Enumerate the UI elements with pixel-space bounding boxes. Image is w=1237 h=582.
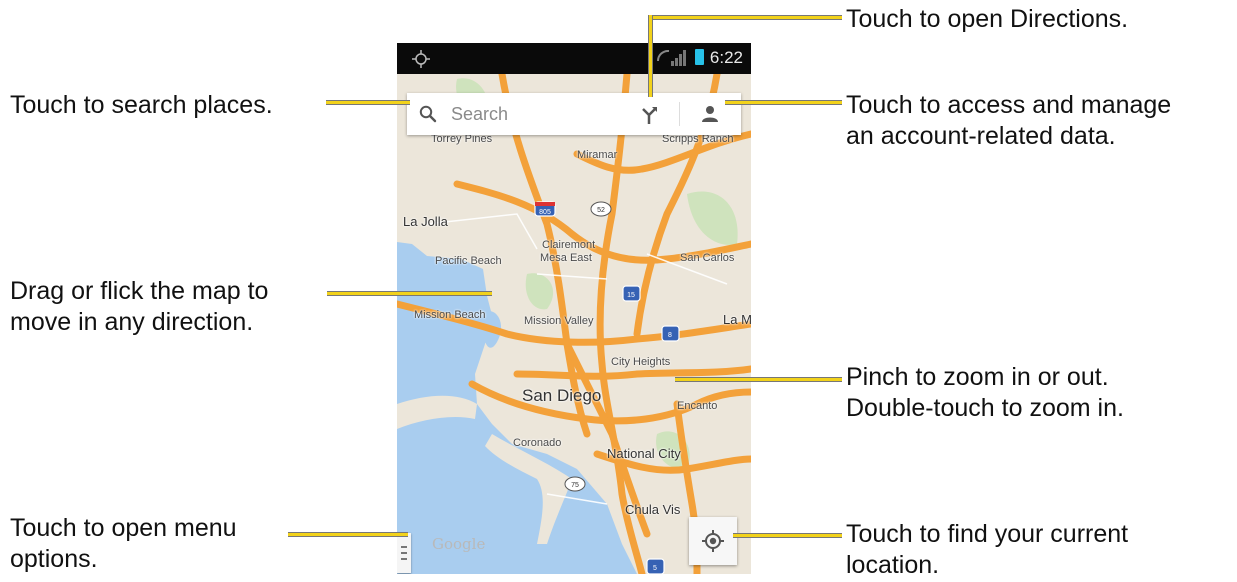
leader-line-directions-h (648, 15, 842, 20)
phone-screen: 805 52 15 8 75 5 Torrey Pines Scripps Ra… (397, 43, 751, 574)
map-label-miramar: Miramar (577, 149, 618, 161)
google-logo: Google (432, 535, 486, 553)
map-label-mission-valley: Mission Valley (524, 315, 594, 327)
highway-shield-15: 15 (622, 285, 641, 302)
directions-icon[interactable] (640, 105, 658, 125)
annotation-search: Touch to search places. (10, 91, 273, 119)
annotation-account-line2: an account-related data. (846, 122, 1116, 150)
annotation-drag-line2: move in any direction. (10, 308, 254, 336)
crosshair-icon (702, 530, 724, 552)
shield-8-label: 8 (668, 332, 672, 339)
map-label-la-jolla: La Jolla (403, 214, 448, 229)
map-label-mission-beach: Mission Beach (414, 309, 486, 321)
map-label-clairemont: Clairemont (542, 239, 596, 251)
map-label-chula-vista: Chula Vis (625, 502, 681, 517)
annotation-menu-line2: options. (10, 545, 98, 573)
annotation-location-line2: location. (846, 551, 940, 579)
map-label-encanto: Encanto (677, 400, 718, 412)
gps-icon (412, 50, 430, 68)
my-location-button[interactable] (689, 517, 737, 565)
annotation-directions: Touch to open Directions. (846, 5, 1129, 33)
highway-shield-52: 52 (590, 201, 612, 217)
annotation-zoom: Pinch to zoom in or out. Double-touch to… (846, 362, 1124, 424)
leader-line-account (725, 100, 842, 105)
map-label-city-heights: City Heights (611, 356, 671, 368)
map-label-la-mesa: La M (723, 312, 751, 327)
menu-icon-bar (401, 552, 407, 554)
map-label-pacific-beach: Pacific Beach (435, 255, 502, 267)
annotation-zoom-line2: Double-touch to zoom in. (846, 394, 1124, 422)
leader-line-location (733, 533, 842, 538)
highway-shield-805: 805 (534, 201, 556, 217)
leader-line-drag (327, 291, 492, 296)
status-time: 6:22 (709, 48, 743, 67)
map-label-san-diego: San Diego (522, 386, 602, 405)
shield-5-label: 5 (653, 565, 657, 572)
leader-line-directions-v (648, 15, 653, 97)
highway-shield-75: 75 (564, 476, 586, 492)
annotation-zoom-line1: Pinch to zoom in or out. (846, 363, 1109, 391)
annotation-drag: Drag or flick the map to move in any dir… (10, 276, 268, 338)
leader-line-menu (288, 532, 408, 537)
menu-icon-bar (401, 546, 407, 548)
point-loma-land (397, 395, 477, 429)
annotation-drag-line1: Drag or flick the map to (10, 277, 269, 305)
leader-line-zoom (675, 377, 842, 382)
map-label-san-carlos: San Carlos (680, 252, 735, 264)
annotation-menu: Touch to open menu options. (10, 513, 237, 575)
account-icon[interactable] (700, 104, 720, 124)
shield-75-label: 75 (571, 482, 579, 489)
search-input[interactable]: Search (451, 104, 508, 125)
search-bar[interactable]: Search (407, 93, 741, 135)
search-divider (679, 102, 680, 126)
annotation-location-line1: Touch to find your current (846, 520, 1129, 548)
battery-icon (695, 49, 704, 65)
menu-button[interactable] (397, 533, 411, 573)
signal-icon (657, 49, 686, 66)
shield-52-label: 52 (597, 207, 605, 214)
map-label-national-city: National City (607, 446, 681, 461)
annotation-menu-line1: Touch to open menu (10, 514, 237, 542)
map-label-mesa-east: Mesa East (540, 252, 592, 264)
menu-icon-bar (401, 558, 407, 560)
highway-shield-5: 5 (646, 558, 665, 574)
annotation-location: Touch to find your current location. (846, 519, 1128, 581)
highway-shield-8: 8 (661, 325, 680, 342)
status-bar: 6:22 (397, 43, 751, 74)
shield-15-label: 15 (627, 292, 635, 299)
shield-805-label: 805 (539, 209, 551, 216)
leader-line-search (326, 100, 410, 105)
search-icon (419, 105, 437, 123)
annotation-account-line1: Touch to access and manage (846, 91, 1172, 119)
annotation-account: Touch to access and manage an account-re… (846, 90, 1171, 152)
map-label-coronado: Coronado (513, 437, 562, 449)
